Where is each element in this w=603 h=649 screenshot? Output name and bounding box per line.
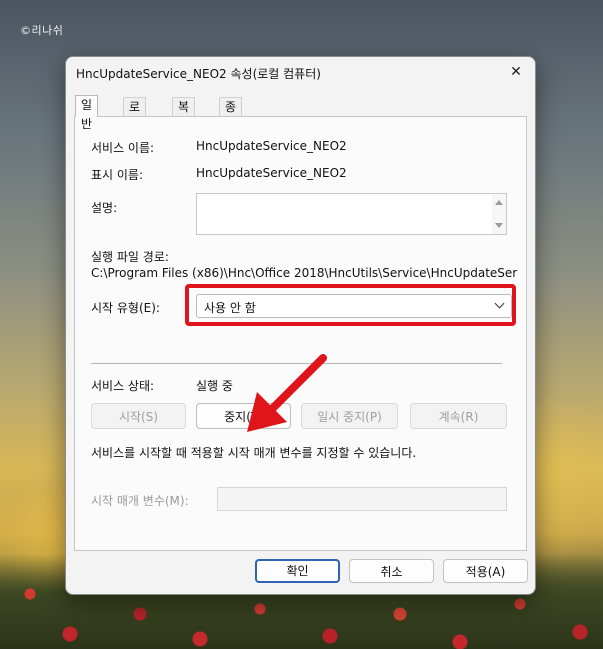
close-icon[interactable]: ✕ bbox=[505, 61, 527, 83]
scroll-down-icon[interactable] bbox=[495, 223, 503, 228]
description-field[interactable] bbox=[196, 193, 507, 235]
start-button[interactable]: 시작(S) bbox=[91, 403, 186, 429]
apply-button[interactable]: 적용(A) bbox=[443, 559, 528, 583]
title-bar[interactable]: HncUpdateService_NEO2 속성(로컬 컴퓨터) ✕ bbox=[66, 57, 535, 88]
tab-general[interactable]: 일반 bbox=[75, 95, 99, 131]
resume-button[interactable]: 계속(R) bbox=[410, 403, 507, 429]
start-params-hint: 서비스를 시작할 때 적용할 시작 매개 변수를 지정할 수 있습니다. bbox=[91, 446, 417, 460]
tab-recovery[interactable]: 복구 bbox=[172, 97, 196, 133]
service-status-value: 실행 중 bbox=[196, 379, 233, 393]
display-name-label: 표시 이름: bbox=[91, 168, 144, 182]
scroll-up-icon[interactable] bbox=[495, 200, 503, 205]
exe-path-value: C:\Program Files (x86)\Hnc\Office 2018\H… bbox=[91, 266, 518, 280]
highlight-box bbox=[185, 284, 516, 326]
description-label: 설명: bbox=[91, 201, 118, 215]
service-name-value: HncUpdateService_NEO2 bbox=[196, 139, 347, 153]
red-arrow-annotation bbox=[247, 354, 327, 432]
service-properties-dialog: HncUpdateService_NEO2 속성(로컬 컴퓨터) ✕ 일반 로그… bbox=[65, 56, 536, 595]
service-status-label: 서비스 상태: bbox=[91, 379, 155, 393]
general-tab-panel: 서비스 이름: HncUpdateService_NEO2 표시 이름: Hnc… bbox=[74, 116, 527, 551]
startup-type-label: 시작 유형(E): bbox=[91, 301, 160, 315]
display-name-value: HncUpdateService_NEO2 bbox=[196, 166, 347, 180]
dialog-title: HncUpdateService_NEO2 속성(로컬 컴퓨터) bbox=[76, 67, 321, 81]
exe-path-label: 실행 파일 경로: bbox=[91, 250, 169, 264]
start-params-input[interactable] bbox=[217, 487, 507, 511]
ok-button[interactable]: 확인 bbox=[255, 559, 340, 583]
start-params-label: 시작 매개 변수(M): bbox=[91, 494, 189, 508]
description-scrollbar[interactable] bbox=[492, 194, 506, 234]
tab-logon[interactable]: 로그온 bbox=[123, 97, 147, 152]
cancel-button[interactable]: 취소 bbox=[349, 559, 434, 583]
service-name-label: 서비스 이름: bbox=[91, 141, 155, 155]
tab-dependencies[interactable]: 종속성 bbox=[219, 97, 243, 152]
watermark: ©리나쉬 bbox=[20, 24, 64, 37]
